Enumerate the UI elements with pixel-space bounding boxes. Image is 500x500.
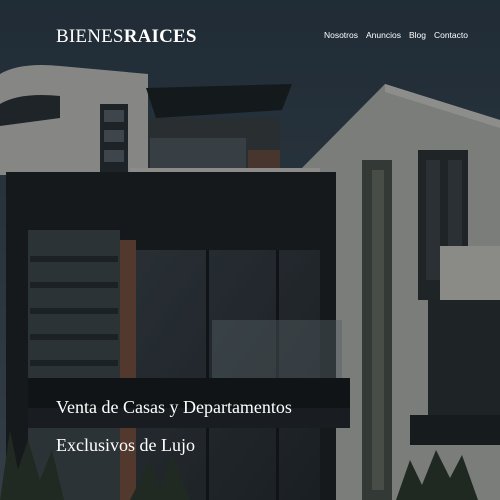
- site-header: BIENESRAICES Nosotros Anuncios Blog Cont…: [0, 0, 500, 72]
- main-navigation: Nosotros Anuncios Blog Contacto: [324, 30, 468, 40]
- hero-headline: Venta de Casas y Departamentos Exclusivo…: [56, 388, 292, 464]
- logo-bold-text: RAICES: [123, 25, 197, 47]
- nav-link-anuncios[interactable]: Anuncios: [366, 30, 401, 40]
- hero-headline-line-2: Exclusivos de Lujo: [56, 435, 195, 455]
- nav-link-nosotros[interactable]: Nosotros: [324, 30, 358, 40]
- site-logo[interactable]: BIENESRAICES: [56, 27, 197, 46]
- nav-link-contacto[interactable]: Contacto: [434, 30, 468, 40]
- hero-banner: BIENESRAICES Nosotros Anuncios Blog Cont…: [0, 0, 500, 500]
- nav-link-blog[interactable]: Blog: [409, 30, 426, 40]
- logo-light-text: BIENES: [56, 25, 124, 47]
- hero-headline-line-1: Venta de Casas y Departamentos: [56, 397, 292, 417]
